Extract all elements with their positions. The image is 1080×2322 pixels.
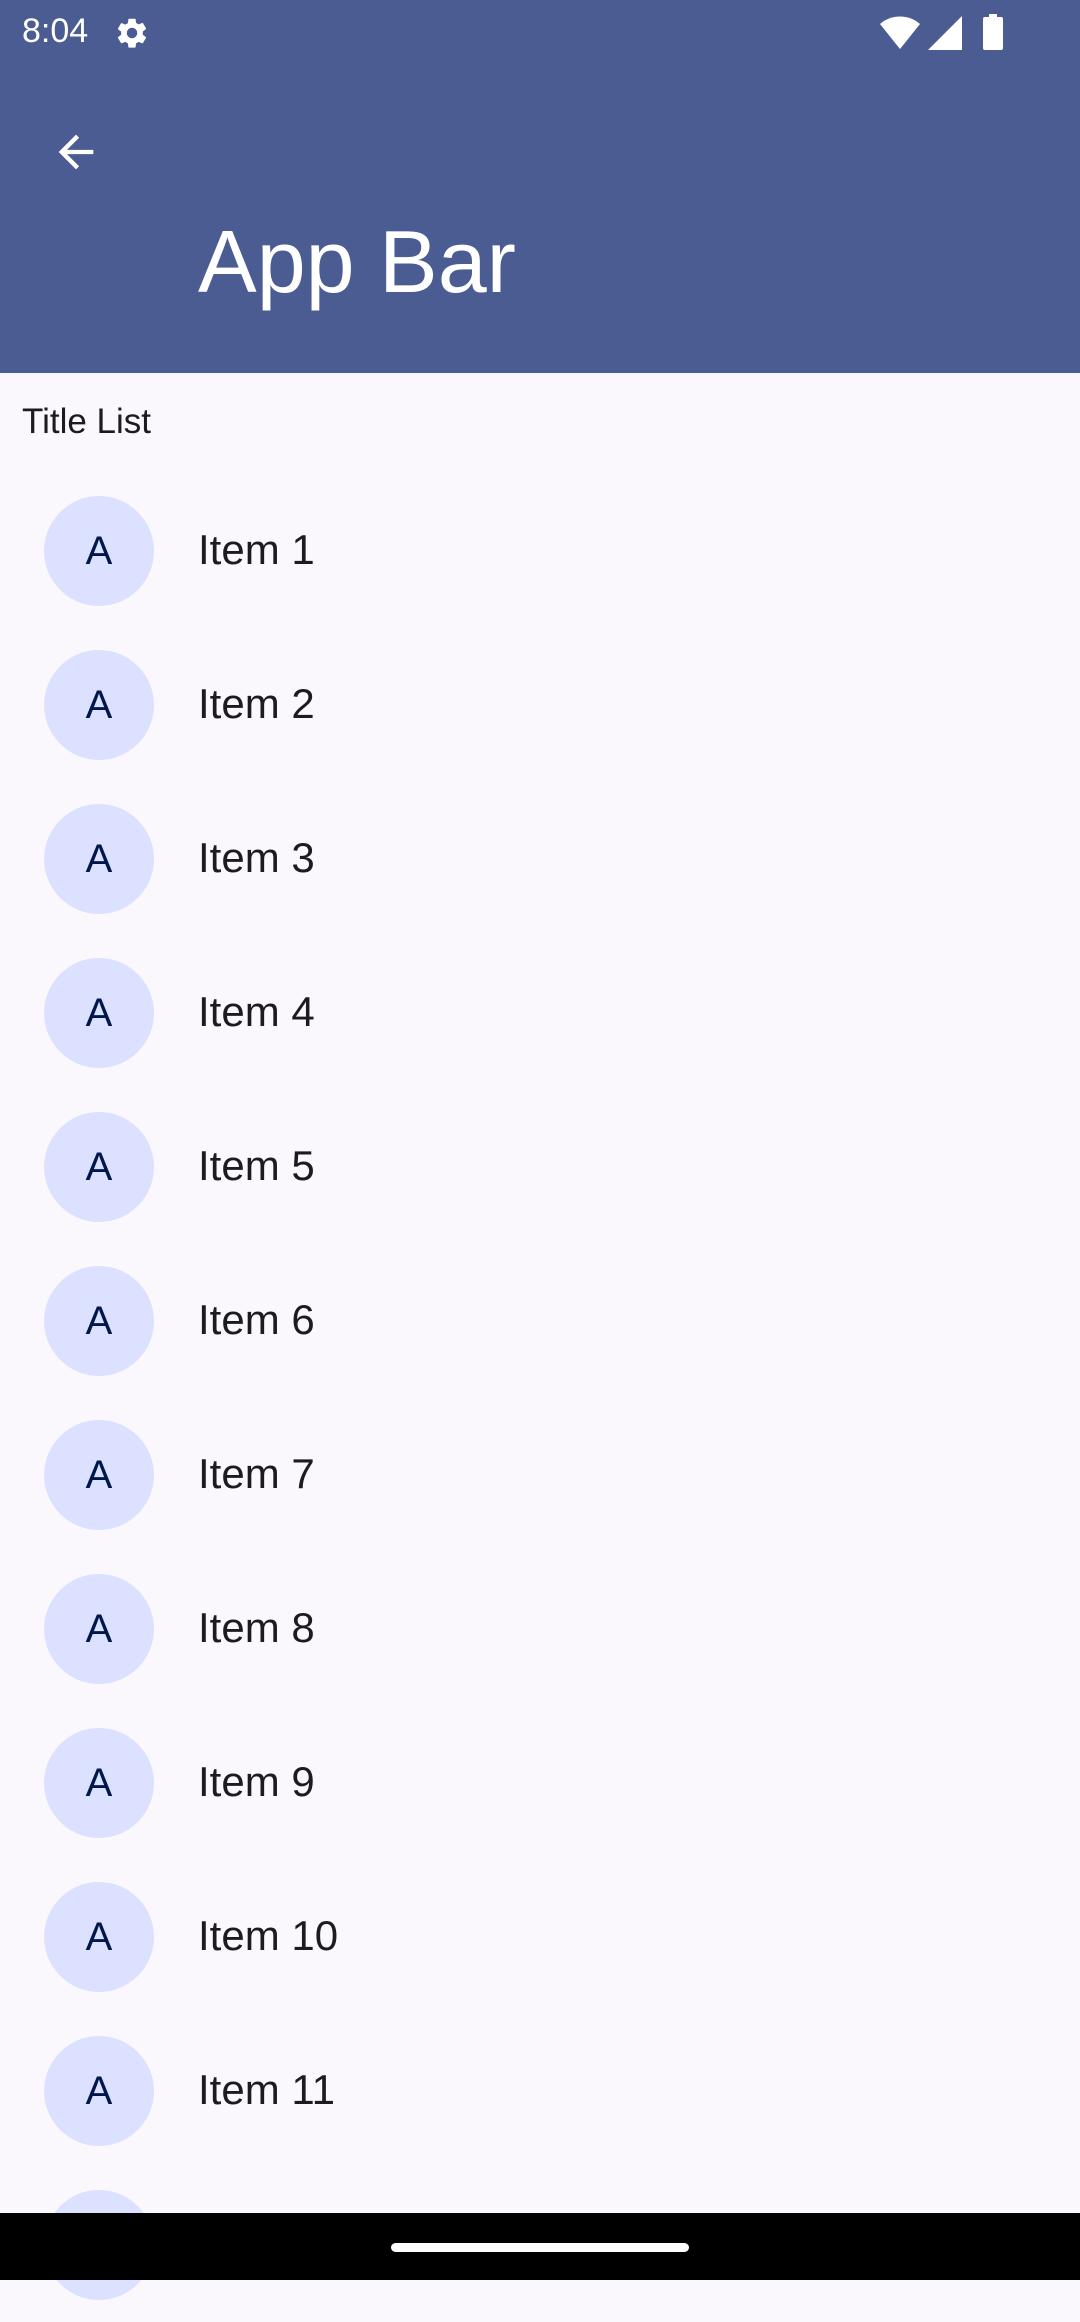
home-gesture-handle[interactable] bbox=[391, 2243, 689, 2252]
avatar: A bbox=[44, 1112, 154, 1222]
list-item-label: Item 4 bbox=[198, 988, 315, 1035]
status-bar: 8:04 bbox=[0, 0, 1080, 64]
navigation-bar bbox=[0, 2213, 1080, 2280]
status-time: 8:04 bbox=[22, 12, 89, 50]
gear-icon bbox=[117, 18, 147, 48]
list-item[interactable]: A Item 6 bbox=[0, 1244, 1080, 1398]
avatar: A bbox=[44, 496, 154, 606]
list-item[interactable]: A Item 11 bbox=[0, 2014, 1080, 2168]
avatar: A bbox=[44, 1882, 154, 1992]
wifi-icon bbox=[880, 16, 920, 49]
avatar: A bbox=[44, 1266, 154, 1376]
back-button[interactable] bbox=[44, 120, 108, 184]
avatar: A bbox=[44, 958, 154, 1068]
list-item[interactable]: A Item 10 bbox=[0, 1860, 1080, 2014]
list-item-label: Item 10 bbox=[198, 1912, 339, 1959]
signal-icon bbox=[928, 16, 962, 50]
list-item-label: Item 8 bbox=[198, 1604, 315, 1651]
avatar: A bbox=[44, 1574, 154, 1684]
list-item[interactable]: A Item 1 bbox=[0, 474, 1080, 628]
list-item[interactable]: A Item 9 bbox=[0, 1706, 1080, 1860]
top-app-bar: 8:04 App Bar bbox=[0, 0, 1080, 373]
arrow-back-icon bbox=[58, 134, 94, 170]
list-item[interactable]: A Item 7 bbox=[0, 1398, 1080, 1552]
avatar: A bbox=[44, 2036, 154, 2146]
app-bar-title: App Bar bbox=[198, 212, 516, 311]
avatar: A bbox=[44, 1728, 154, 1838]
avatar: A bbox=[44, 1420, 154, 1530]
list-item[interactable]: A Item 4 bbox=[0, 936, 1080, 1090]
list-item[interactable]: A Item 8 bbox=[0, 1552, 1080, 1706]
list-item-label: Item 3 bbox=[198, 834, 315, 881]
battery-icon bbox=[983, 14, 1003, 50]
list-item-label: Item 1 bbox=[198, 526, 315, 573]
list-item-label: Item 5 bbox=[198, 1142, 315, 1189]
list-item-label: Item 9 bbox=[198, 1758, 315, 1805]
avatar: A bbox=[44, 804, 154, 914]
list-section-title: Title List bbox=[22, 402, 152, 441]
list-item-label: Item 2 bbox=[198, 680, 315, 727]
list-item-label: Item 7 bbox=[198, 1450, 315, 1497]
list-item[interactable]: A Item 2 bbox=[0, 628, 1080, 782]
list-item[interactable]: A Item 3 bbox=[0, 782, 1080, 936]
list-item-label: Item 6 bbox=[198, 1296, 315, 1343]
list-item-label: Item 11 bbox=[198, 2066, 335, 2113]
list-item[interactable]: A Item 5 bbox=[0, 1090, 1080, 1244]
avatar: A bbox=[44, 650, 154, 760]
